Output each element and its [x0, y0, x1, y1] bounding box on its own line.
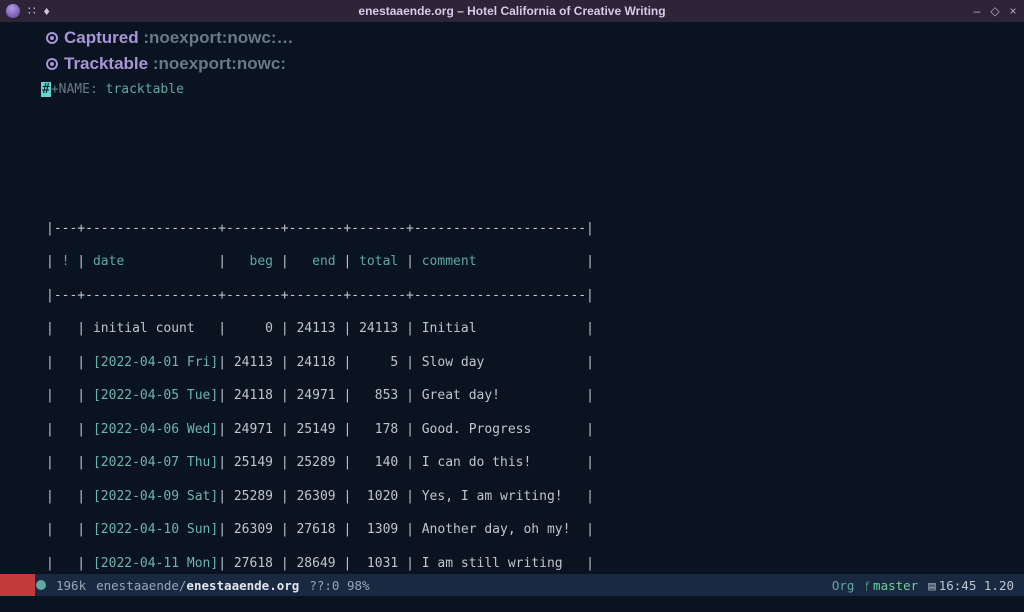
titlebar-right: – ◇ × [958, 6, 1018, 16]
modeline-indicator [0, 574, 35, 596]
cursor: # [41, 82, 51, 97]
clock-icon [928, 578, 939, 593]
table-row[interactable]: |---+-----------------+-------+-------+-… [46, 212, 1020, 246]
org-name-directive[interactable]: #+NAME: tracktable [41, 82, 1020, 97]
heading-tags: :noexport:nowc: [153, 54, 286, 73]
heading-tracktable[interactable]: Tracktable :noexport:nowc: [46, 54, 1020, 74]
directive-value: tracktable [106, 82, 184, 97]
titlebar-glyph-diamond: ♦ [44, 4, 50, 18]
heading-text: Captured :noexport:nowc:… [64, 28, 294, 48]
maximize-icon[interactable]: ◇ [990, 6, 1000, 16]
branch-icon [864, 578, 873, 593]
close-icon[interactable]: × [1008, 6, 1018, 16]
heading-tags: :noexport:nowc:… [143, 28, 293, 47]
minibuffer[interactable] [0, 596, 1024, 612]
titlebar: ∷ ♦ enestaaende.org – Hotel California o… [0, 0, 1024, 22]
modeline-size: 196k [56, 578, 86, 593]
table-row[interactable]: | | [2022-04-10 Sun]| 26309 | 27618 | 13… [46, 513, 1020, 547]
table-row[interactable]: | | initial count | 0 | 24113 | 24113 | … [46, 312, 1020, 346]
emacs-icon [6, 4, 20, 18]
org-table[interactable]: |---+-----------------+-------+-------+-… [46, 111, 1020, 574]
modeline-major-mode: Org [832, 578, 855, 593]
directive-keyword: +NAME: [51, 82, 98, 97]
bullet-icon [46, 32, 58, 44]
bullet-icon [46, 58, 58, 70]
minimize-icon[interactable]: – [972, 6, 982, 16]
window-title: enestaaende.org – Hotel California of Cr… [66, 4, 958, 18]
table-row[interactable]: |---+-----------------+-------+-------+-… [46, 279, 1020, 313]
table-row[interactable]: | | [2022-04-07 Thu]| 25149 | 25289 | 14… [46, 446, 1020, 480]
table-row[interactable]: | | [2022-04-11 Mon]| 27618 | 28649 | 10… [46, 547, 1020, 574]
titlebar-glyph-dots: ∷ [28, 4, 36, 18]
heading-captured[interactable]: Captured :noexport:nowc:… [46, 28, 1020, 48]
table-row[interactable]: | | [2022-04-01 Fri]| 24113 | 24118 | 5 … [46, 346, 1020, 380]
table-row[interactable]: | | [2022-04-06 Wed]| 24971 | 25149 | 17… [46, 413, 1020, 447]
modeline-position: ??:0 98% [309, 578, 369, 593]
titlebar-left: ∷ ♦ [6, 4, 66, 18]
table-row[interactable]: | ! | date | beg | end | total | comment… [46, 245, 1020, 279]
modeline-dot-icon [36, 580, 46, 590]
editor-viewport[interactable]: Captured :noexport:nowc:… Tracktable :no… [0, 22, 1024, 574]
heading-text: Tracktable :noexport:nowc: [64, 54, 286, 74]
modeline-path: enestaaende/enestaaende.org [96, 578, 299, 593]
table-row[interactable]: | | [2022-04-05 Tue]| 24118 | 24971 | 85… [46, 379, 1020, 413]
modeline: 196k enestaaende/enestaaende.org ??:0 98… [0, 574, 1024, 596]
table-row[interactable]: | | [2022-04-09 Sat]| 25289 | 26309 | 10… [46, 480, 1020, 514]
modeline-vcs-branch: master [864, 578, 918, 593]
modeline-time: 16:45 1.20 [928, 578, 1014, 593]
